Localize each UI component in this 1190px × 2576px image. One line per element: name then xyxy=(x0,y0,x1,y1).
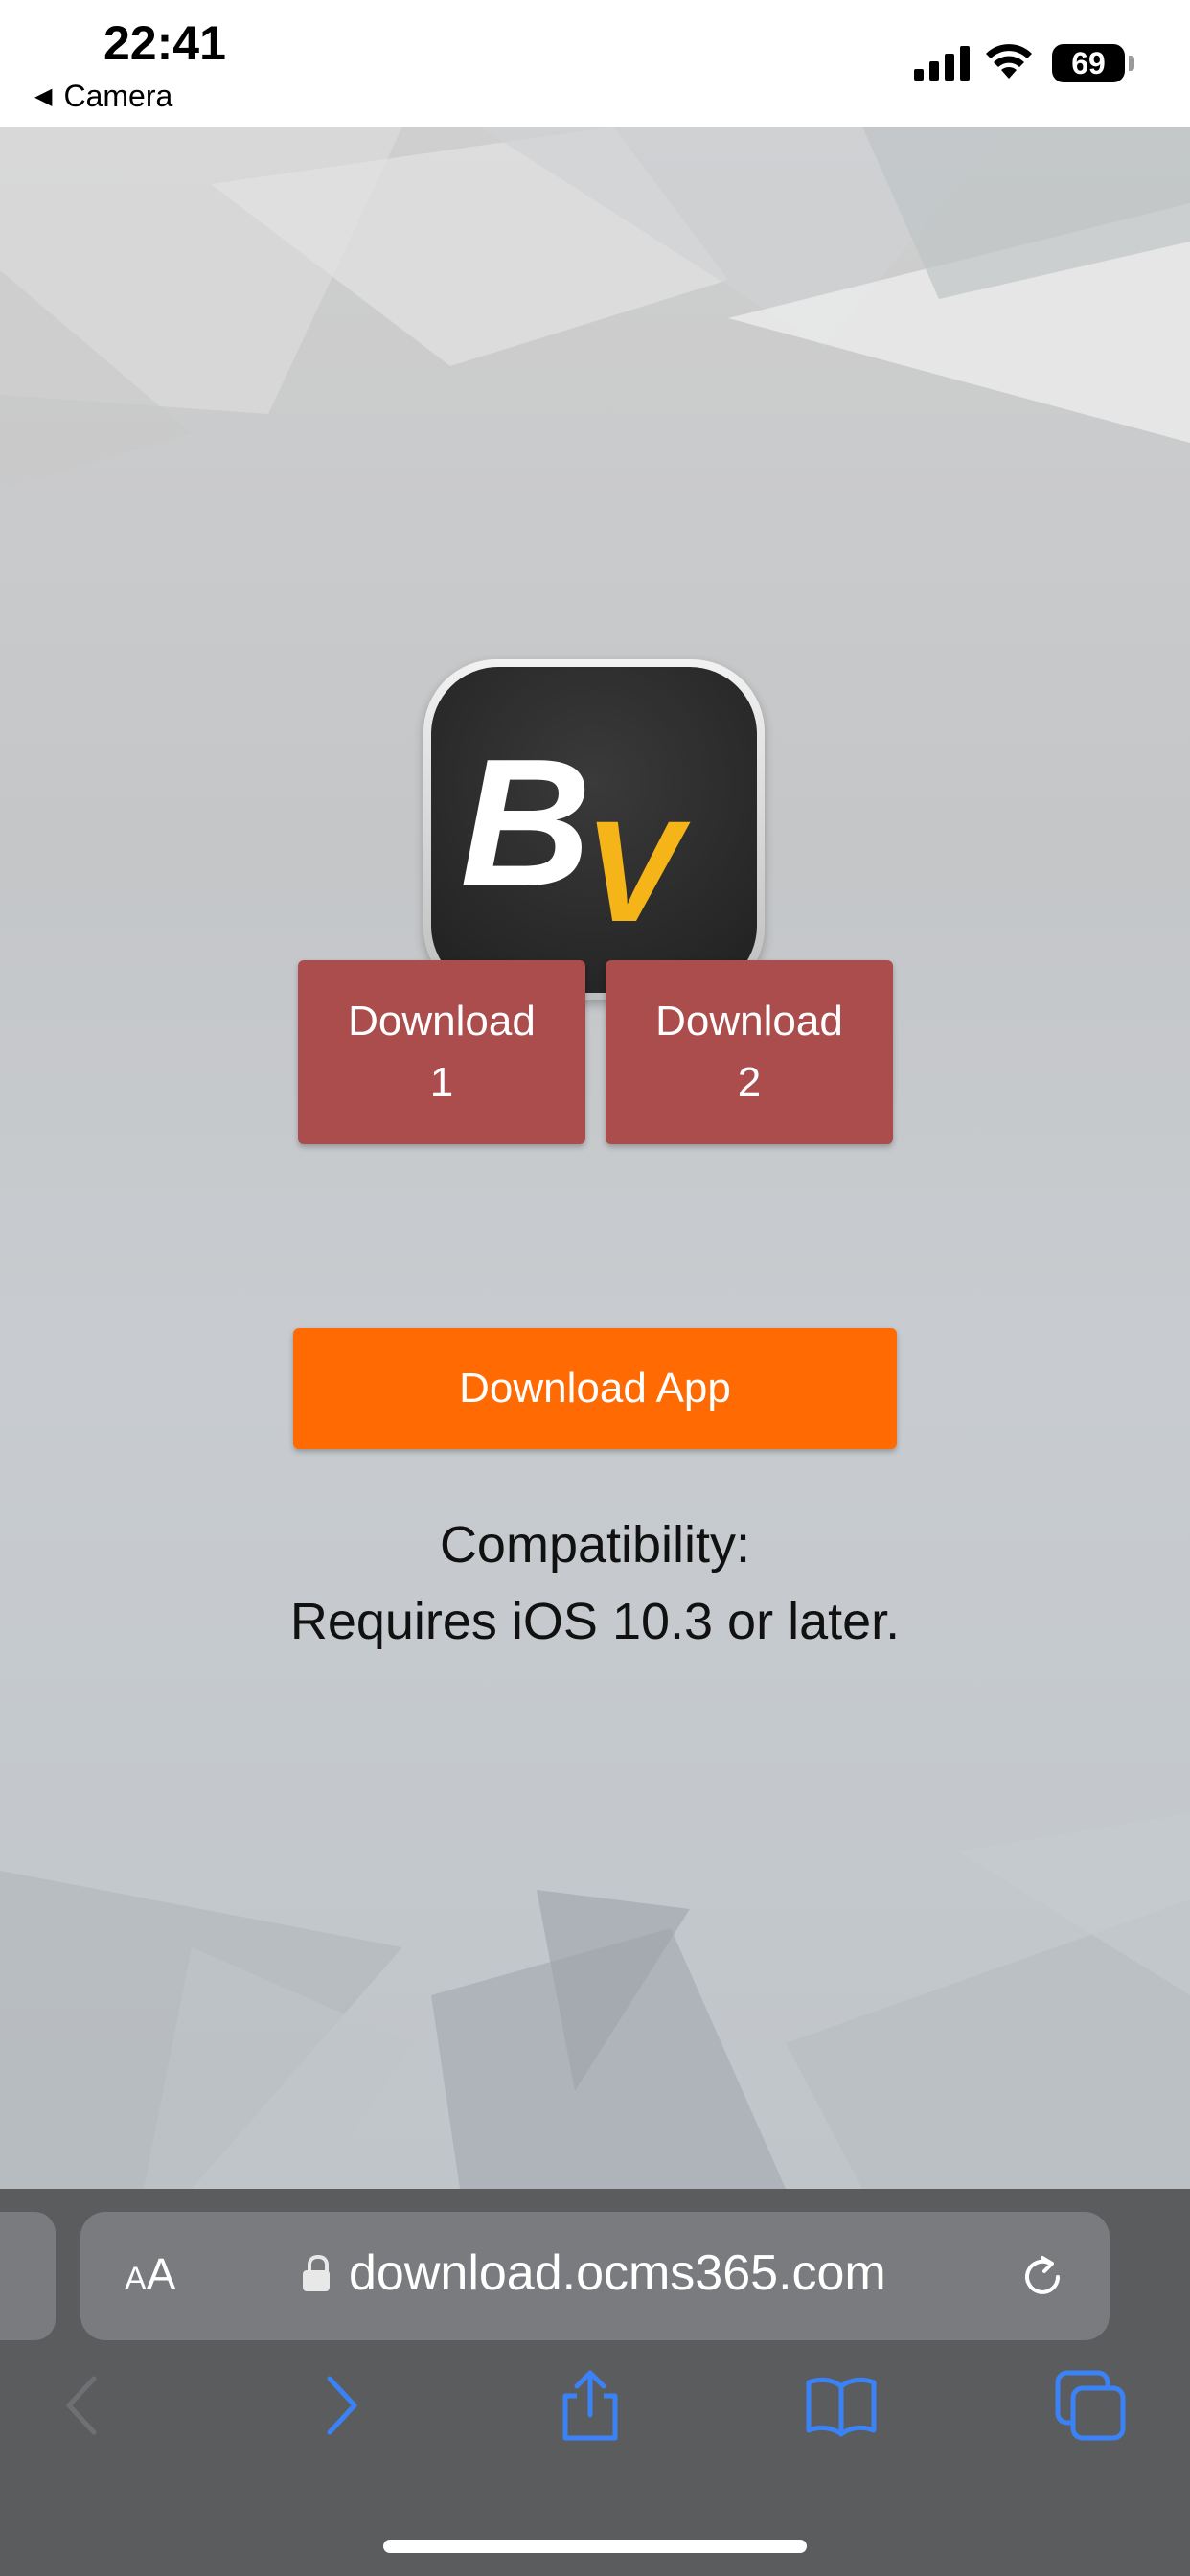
previous-tab-peek[interactable] xyxy=(0,2212,56,2340)
bookmarks-icon[interactable] xyxy=(803,2367,880,2444)
download-2-button[interactable]: Download 2 xyxy=(606,960,893,1144)
cellular-signal-icon xyxy=(914,46,970,80)
web-content: B V Download 1 Download 2 Download App C… xyxy=(0,126,1190,2189)
compatibility-title: Compatibility: xyxy=(439,1516,751,1574)
back-to-camera-link[interactable]: ◀ Camera xyxy=(34,79,172,114)
download-1-button[interactable]: Download 1 xyxy=(298,960,585,1144)
download-2-label: Download xyxy=(655,998,843,1045)
lock-icon xyxy=(303,2255,330,2291)
download-1-label: Download xyxy=(348,998,536,1045)
reader-options-button[interactable]: AA xyxy=(125,2248,175,2300)
reload-icon[interactable] xyxy=(1014,2248,1071,2306)
compatibility-info: Compatibility: Requires iOS 10.3 or late… xyxy=(0,1506,1190,1660)
back-icon[interactable] xyxy=(46,2367,123,2444)
url-display[interactable]: download.ocms365.com xyxy=(303,2244,886,2302)
battery-level: 69 xyxy=(1071,45,1106,80)
logo-letter-b: B xyxy=(460,722,591,925)
back-triangle-icon: ◀ xyxy=(34,83,53,109)
forward-icon[interactable] xyxy=(303,2367,379,2444)
aa-small: A xyxy=(125,2261,147,2297)
logo-letter-v: V xyxy=(584,791,691,952)
download-app-button[interactable]: Download App xyxy=(293,1328,897,1449)
status-time: 22:41 xyxy=(103,16,226,70)
url-text: download.ocms365.com xyxy=(349,2245,886,2301)
bv-logo: B V xyxy=(460,722,691,952)
aa-large: A xyxy=(146,2249,176,2299)
compatibility-text: Requires iOS 10.3 or later. xyxy=(289,1593,901,1650)
battery-icon: 69 xyxy=(1052,44,1134,82)
tabs-icon[interactable] xyxy=(1052,2367,1129,2444)
address-bar[interactable]: AA download.ocms365.com xyxy=(80,2212,1110,2340)
home-indicator[interactable] xyxy=(383,2540,807,2553)
polygon-background xyxy=(0,126,1190,2189)
download-1-number: 1 xyxy=(429,1059,454,1106)
app-icon: B V xyxy=(423,659,765,1000)
download-2-number: 2 xyxy=(737,1059,762,1106)
back-label: Camera xyxy=(63,79,173,113)
wifi-icon xyxy=(986,44,1032,79)
status-bar: 22:41 ◀ Camera 69 xyxy=(0,0,1190,126)
share-icon[interactable] xyxy=(552,2367,629,2444)
